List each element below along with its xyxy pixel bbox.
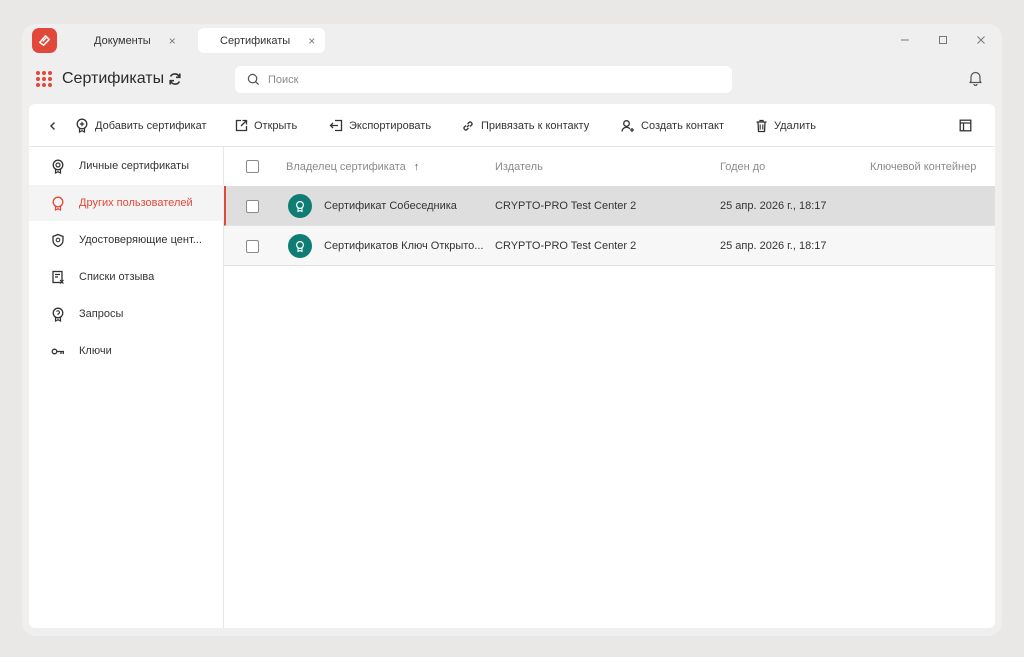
open-button[interactable]: Открыть bbox=[235, 104, 297, 147]
sidebar-item-label: Списки отзыва bbox=[79, 271, 155, 283]
cell-valid-to: 25 апр. 2026 г., 18:17 bbox=[720, 240, 827, 252]
close-icon bbox=[977, 36, 985, 44]
app-window: Документы × Сертификаты × Сертификаты По… bbox=[22, 24, 1002, 636]
column-header-valid-to[interactable]: Годен до bbox=[720, 147, 765, 186]
minimize-icon bbox=[901, 39, 909, 41]
toolbar: Добавить сертификат Открыть Экспортирова… bbox=[29, 104, 995, 147]
checkbox[interactable] bbox=[246, 160, 259, 173]
tab-label: Документы bbox=[94, 34, 151, 47]
shield-icon bbox=[52, 233, 64, 247]
sidebar: Личные сертификаты Других пользователей … bbox=[29, 147, 224, 628]
refresh-icon[interactable] bbox=[167, 71, 183, 87]
delete-button[interactable]: Удалить bbox=[755, 104, 816, 147]
request-icon bbox=[52, 307, 64, 322]
tab-close-icon[interactable]: × bbox=[169, 34, 176, 48]
tab-certificates[interactable]: Сертификаты × bbox=[198, 28, 326, 53]
create-contact-label: Создать контакт bbox=[641, 119, 724, 132]
select-all-checkbox[interactable] bbox=[246, 147, 259, 186]
cell-owner: Сертификатов Ключ Открыто... bbox=[324, 240, 484, 252]
export-label: Экспортировать bbox=[349, 119, 432, 132]
table-row[interactable]: Сертификатов Ключ Открыто... CRYPTO-PRO … bbox=[224, 226, 995, 266]
sidebar-item-revocation-lists[interactable]: Списки отзыва bbox=[29, 259, 224, 295]
header: Сертификаты bbox=[22, 56, 1002, 104]
main-panel: Добавить сертификат Открыть Экспортирова… bbox=[29, 104, 995, 628]
page-title: Сертификаты bbox=[62, 70, 165, 87]
sidebar-item-label: Запросы bbox=[79, 308, 124, 320]
back-button[interactable] bbox=[49, 104, 63, 147]
sidebar-item-certificate-authorities[interactable]: Удостоверяющие цент... bbox=[29, 222, 224, 258]
open-external-icon bbox=[235, 119, 248, 132]
open-label: Открыть bbox=[254, 119, 298, 132]
minimize-button[interactable] bbox=[894, 30, 916, 50]
sidebar-item-other-users[interactable]: Других пользователей bbox=[29, 185, 224, 221]
cert-icon bbox=[52, 159, 64, 174]
toggle-panel-button[interactable] bbox=[959, 104, 978, 147]
chevron-left-icon bbox=[50, 121, 55, 130]
tab-label: Сертификаты bbox=[220, 34, 291, 47]
cell-owner: Сертификат Собеседника bbox=[324, 200, 457, 212]
add-certificate-label: Добавить сертификат bbox=[95, 119, 207, 132]
sidebar-item-label: Личные сертификаты bbox=[79, 160, 189, 172]
sidebar-item-keys[interactable]: Ключи bbox=[29, 333, 224, 369]
row-checkbox[interactable] bbox=[246, 199, 259, 213]
create-contact-button[interactable]: Создать контакт bbox=[621, 104, 724, 147]
row-checkbox[interactable] bbox=[246, 239, 259, 253]
add-certificate-button[interactable]: Добавить сертификат bbox=[75, 104, 207, 147]
column-header-label: Ключевой контейнер bbox=[870, 160, 977, 173]
tab-close-icon[interactable]: × bbox=[308, 34, 315, 48]
bell-icon[interactable] bbox=[968, 70, 983, 86]
cell-valid-to: 25 апр. 2026 г., 18:17 bbox=[720, 200, 827, 212]
maximize-icon bbox=[939, 36, 947, 44]
link-icon bbox=[463, 120, 473, 131]
sidebar-item-label: Удостоверяющие цент... bbox=[79, 234, 202, 246]
tab-documents[interactable]: Документы × bbox=[72, 28, 186, 53]
column-header-label: Годен до bbox=[720, 160, 766, 173]
link-contact-button[interactable]: Привязать к контакту bbox=[461, 104, 589, 147]
certificates-table: Владелец сертификата ↑ Издатель Годен до… bbox=[224, 147, 995, 628]
search-box[interactable] bbox=[235, 66, 732, 93]
cert-outline-icon bbox=[52, 196, 64, 211]
trash-icon bbox=[756, 119, 767, 132]
key-icon bbox=[51, 348, 64, 354]
sort-ascending-icon[interactable]: ↑ bbox=[414, 161, 420, 173]
sidebar-item-requests[interactable]: Запросы bbox=[29, 296, 224, 332]
export-icon bbox=[329, 119, 343, 132]
app-logo bbox=[32, 28, 57, 53]
search-icon bbox=[247, 73, 260, 86]
export-button[interactable]: Экспортировать bbox=[329, 104, 431, 147]
table-row[interactable]: Сертификат Собеседника CRYPTO-PRO Test C… bbox=[224, 186, 995, 226]
add-certificate-icon bbox=[76, 118, 88, 133]
title-bar: Документы × Сертификаты × bbox=[22, 24, 1002, 56]
sidebar-item-personal-certificates[interactable]: Личные сертификаты bbox=[29, 148, 224, 184]
search-input[interactable] bbox=[268, 73, 688, 86]
close-window-button[interactable] bbox=[970, 30, 992, 50]
column-header-label: Издатель bbox=[495, 160, 543, 173]
side-panel-icon bbox=[959, 119, 972, 132]
sidebar-item-label: Других пользователей bbox=[79, 197, 193, 209]
column-header-owner[interactable]: Владелец сертификата ↑ bbox=[286, 147, 419, 186]
cell-issuer: CRYPTO-PRO Test Center 2 bbox=[495, 200, 637, 212]
certificate-badge-icon bbox=[288, 234, 312, 258]
column-header-key-container[interactable]: Ключевой контейнер bbox=[870, 147, 976, 186]
app-logo-icon bbox=[39, 35, 50, 46]
maximize-button[interactable] bbox=[932, 30, 954, 50]
delete-label: Удалить bbox=[774, 119, 816, 132]
sidebar-item-label: Ключи bbox=[79, 345, 112, 357]
column-header-label: Владелец сертификата bbox=[286, 160, 406, 173]
certificate-badge-icon bbox=[288, 194, 312, 218]
apps-grid-icon[interactable] bbox=[36, 71, 52, 87]
add-user-icon bbox=[621, 119, 634, 132]
cell-issuer: CRYPTO-PRO Test Center 2 bbox=[495, 240, 637, 252]
revocation-list-icon bbox=[52, 270, 64, 284]
link-contact-label: Привязать к контакту bbox=[481, 119, 590, 132]
column-header-issuer[interactable]: Издатель bbox=[495, 147, 543, 186]
